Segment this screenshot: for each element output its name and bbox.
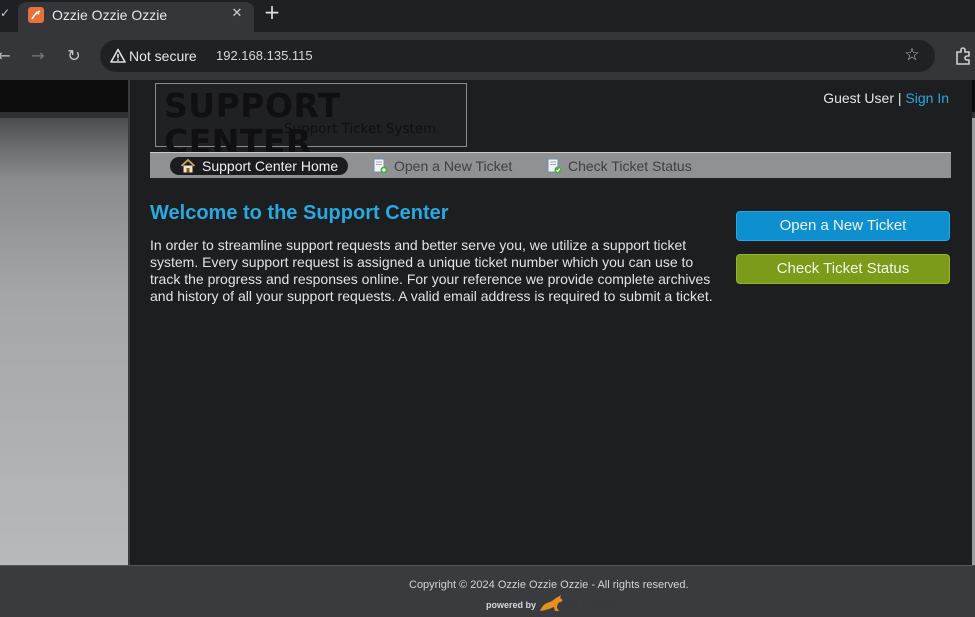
close-tab-icon[interactable]: ✕ <box>228 5 246 23</box>
support-center-logo[interactable]: SUPPORT CENTER Support Ticket System <box>155 83 467 160</box>
browser-toolbar: ← → ↻ Not secure 192.168.135.115 ☆ <box>0 32 975 80</box>
nav-home[interactable]: Support Center Home <box>170 157 348 175</box>
nav-home-label: Support Center Home <box>202 158 339 174</box>
powered-by-osticket-link[interactable]: powered by osTicket <box>486 594 617 614</box>
back-icon[interactable]: ← <box>0 46 14 66</box>
powered-by-label: powered by <box>486 600 537 610</box>
tab-title: Ozzie Ozzie Ozzie <box>52 7 168 23</box>
new-ticket-icon <box>373 158 388 174</box>
user-bar: Guest User | Sign In <box>823 90 949 106</box>
osticket-kangaroo-logo-icon <box>540 595 563 611</box>
forward-icon[interactable]: → <box>28 46 48 66</box>
sign-in-link[interactable]: Sign In <box>905 90 949 106</box>
open-new-ticket-button[interactable]: Open a New Ticket <box>736 211 950 241</box>
osticket-brand: osTicket <box>564 596 617 611</box>
page-container: SUPPORT CENTER Support Ticket System Gue… <box>128 80 972 568</box>
url-text[interactable]: 192.168.135.115 <box>216 48 313 64</box>
page-title: Welcome to the Support Center <box>150 202 449 224</box>
background-band-left <box>0 118 130 566</box>
tab-strip-menu-icon[interactable]: ✓ <box>0 6 10 24</box>
nav-check-status[interactable]: Check Ticket Status <box>546 157 706 175</box>
ticket-status-icon <box>547 158 562 174</box>
nav-open-ticket-label: Open a New Ticket <box>394 158 513 174</box>
new-tab-icon[interactable]: + <box>262 2 282 23</box>
security-status[interactable]: Not secure <box>129 47 197 65</box>
main-nav: Support Center Home Open a New Ticket Ch… <box>150 152 951 178</box>
warning-icon <box>110 48 126 63</box>
site-favicon-icon <box>28 7 44 23</box>
page-footer: Copyright © 2024 Ozzie Ozzie Ozzie - All… <box>0 565 975 617</box>
nav-open-ticket[interactable]: Open a New Ticket <box>372 157 522 175</box>
bookmark-star-icon[interactable]: ☆ <box>902 45 922 65</box>
page-viewport: SUPPORT CENTER Support Ticket System Gue… <box>0 80 975 617</box>
address-bar[interactable]: Not secure 192.168.135.115 ☆ <box>100 40 935 72</box>
logo-subtitle: Support Ticket System <box>284 121 437 137</box>
nav-check-status-label: Check Ticket Status <box>568 158 692 174</box>
check-ticket-status-button[interactable]: Check Ticket Status <box>736 254 950 284</box>
copyright-text: Copyright © 2024 Ozzie Ozzie Ozzie - All… <box>409 579 689 591</box>
intro-text: In order to streamline support requests … <box>150 237 713 304</box>
browser-tab-bar: ✓ Ozzie Ozzie Ozzie ✕ + <box>0 0 975 32</box>
extensions-icon[interactable] <box>953 46 973 66</box>
home-icon <box>180 158 196 173</box>
browser-tab[interactable]: Ozzie Ozzie Ozzie ✕ <box>18 2 254 32</box>
guest-user-label: Guest User | <box>823 90 902 106</box>
reload-icon[interactable]: ↻ <box>64 46 84 66</box>
